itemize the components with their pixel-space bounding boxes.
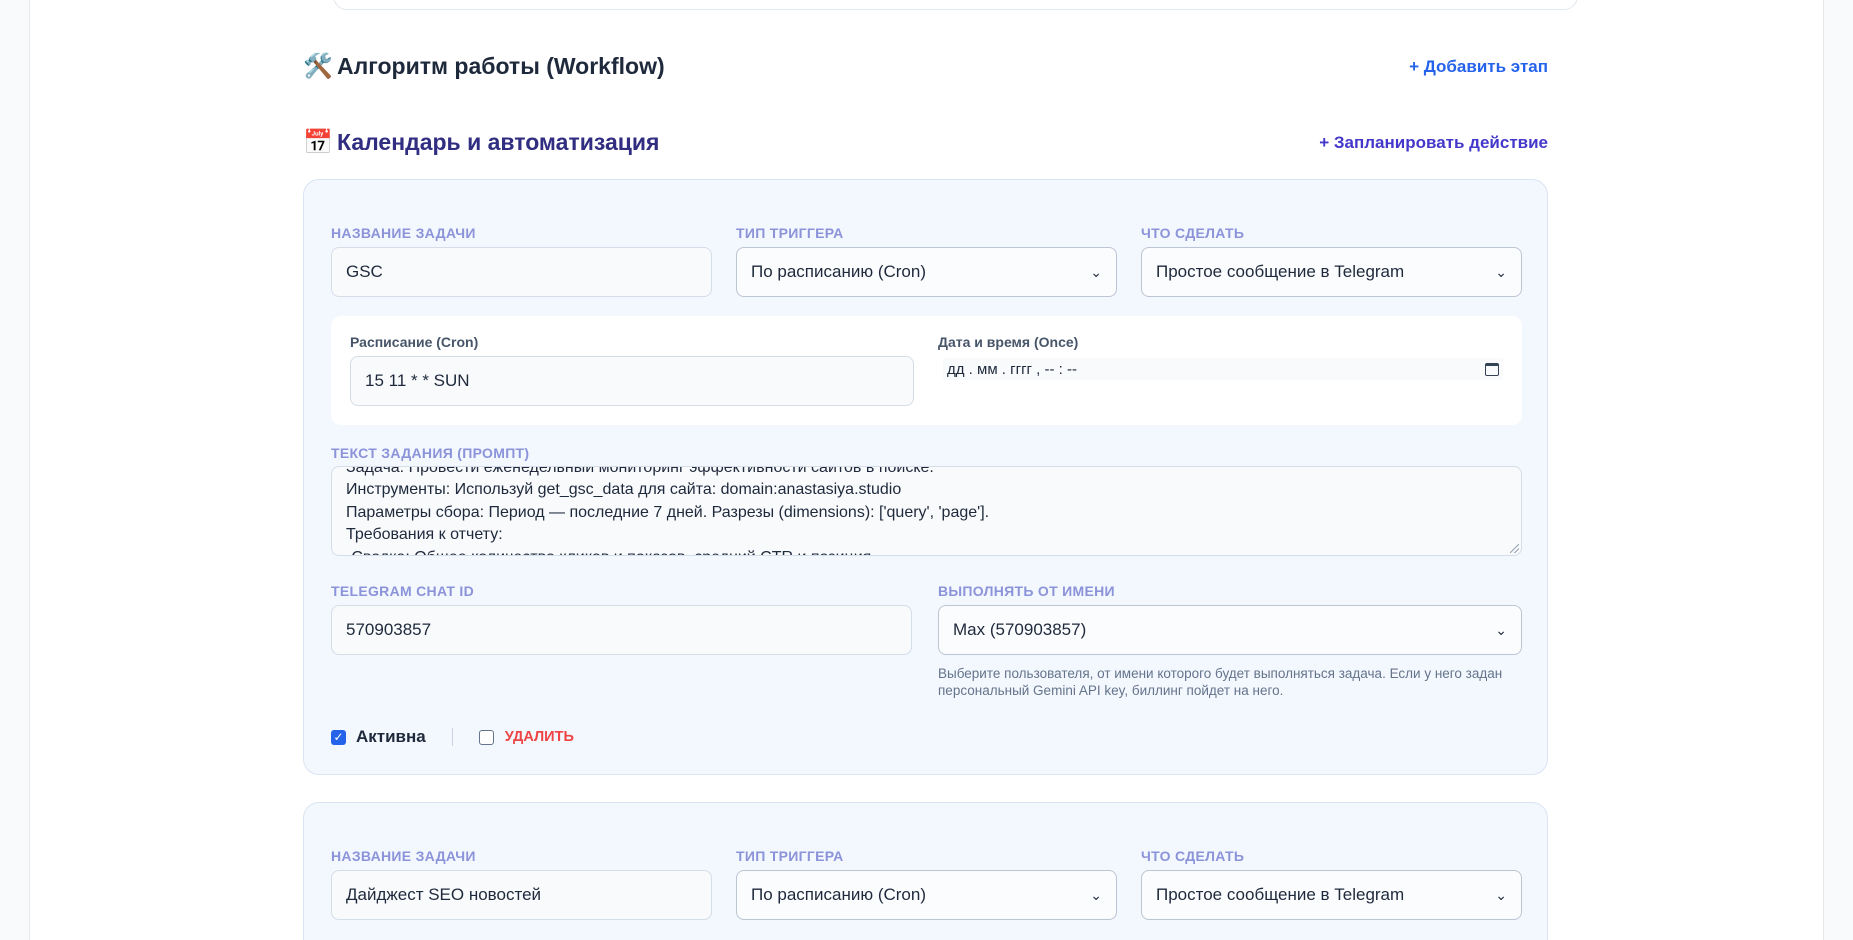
previous-section-card xyxy=(333,0,1578,10)
delete-checkbox[interactable] xyxy=(478,729,494,745)
action-value: Простое сообщение в Telegram xyxy=(1156,885,1405,904)
run-as-hint: Выберите пользователя, от имени которого… xyxy=(938,666,1503,698)
divider xyxy=(451,728,453,746)
run-as-value: Max (570903857) xyxy=(953,620,1087,639)
trigger-type-value: По расписанию (Cron) xyxy=(751,885,926,904)
prompt-line: -Сводка: Общее количество кликов и показ… xyxy=(346,547,1507,555)
calendar-icon: 📅 xyxy=(303,129,333,156)
task-name-label: НАЗВАНИЕ ЗАДАЧИ xyxy=(331,848,476,864)
action-label: ЧТО СДЕЛАТЬ xyxy=(1141,225,1245,241)
chat-id-input[interactable]: 570903857 xyxy=(331,605,912,655)
action-label: ЧТО СДЕЛАТЬ xyxy=(1141,848,1245,864)
task-card: НАЗВАНИЕ ЗАДАЧИ Дайджест SEO новостей ТИ… xyxy=(303,802,1548,940)
datetime-placeholder: дд . мм . гггг , -- : -- xyxy=(947,360,1078,378)
chevron-down-icon: ⌄ xyxy=(1090,886,1102,903)
prompt-line: Требования к отчету: xyxy=(346,526,503,544)
active-label: Активна xyxy=(356,727,426,746)
active-checkbox[interactable]: ✓ xyxy=(331,729,346,745)
workflow-section-header: 🛠️ Алгоритм работы (Workflow) + Добавить… xyxy=(303,52,1548,81)
calendar-section-header: 📅 Календарь и автоматизация + Запланиров… xyxy=(303,128,1548,157)
schedule-label: Расписание (Cron) xyxy=(350,334,479,350)
chevron-down-icon: ⌄ xyxy=(1495,621,1507,638)
action-select[interactable]: Простое сообщение в Telegram ⌄ xyxy=(1141,870,1522,920)
prompt-line: Параметры сбора: Период — последние 7 дн… xyxy=(346,503,990,521)
workflow-title: 🛠️ Алгоритм работы (Workflow) xyxy=(303,52,665,81)
chevron-down-icon: ⌄ xyxy=(1495,263,1507,280)
task-card: НАЗВАНИЕ ЗАДАЧИ GSC ТИП ТРИГГЕРА По расп… xyxy=(303,179,1548,775)
prompt-line: Инструменты: Используй get_gsc_data для … xyxy=(346,481,902,499)
trigger-type-select[interactable]: По расписанию (Cron) ⌄ xyxy=(736,247,1117,297)
chevron-down-icon: ⌄ xyxy=(1090,263,1102,280)
resize-handle[interactable] xyxy=(1510,544,1519,553)
chat-id-label: TELEGRAM CHAT ID xyxy=(331,583,474,599)
task-options-row: ✓ Активна УДАЛИТЬ xyxy=(331,727,574,747)
add-step-button[interactable]: + Добавить этап xyxy=(1409,57,1548,77)
trigger-type-label: ТИП ТРИГГЕРА xyxy=(736,848,844,864)
calendar-title: 📅 Календарь и автоматизация xyxy=(303,128,659,157)
trigger-type-select[interactable]: По расписанию (Cron) ⌄ xyxy=(736,870,1117,920)
datetime-input[interactable]: дд . мм . гггг , -- : -- xyxy=(943,358,1503,380)
prompt-label: ТЕКСТ ЗАДАНИЯ (ПРОМПТ) xyxy=(331,445,530,461)
delete-label: УДАЛИТЬ xyxy=(504,729,574,745)
action-value: Простое сообщение в Telegram xyxy=(1156,262,1405,281)
calendar-picker-icon[interactable] xyxy=(1485,362,1499,376)
run-as-label: ВЫПОЛНЯТЬ ОТ ИМЕНИ xyxy=(938,583,1115,599)
cron-input[interactable]: 15 11 * * SUN xyxy=(350,356,914,406)
calendar-title-text: Календарь и автоматизация xyxy=(337,129,660,155)
chevron-down-icon: ⌄ xyxy=(1495,886,1507,903)
task-name-label: НАЗВАНИЕ ЗАДАЧИ xyxy=(331,225,476,241)
schedule-panel: Расписание (Cron) 15 11 * * SUN Дата и в… xyxy=(331,316,1522,425)
workflow-title-text: Алгоритм работы (Workflow) xyxy=(337,53,665,79)
trigger-type-value: По расписанию (Cron) xyxy=(751,262,926,281)
task-name-input[interactable]: GSC xyxy=(331,247,712,297)
run-as-select[interactable]: Max (570903857) ⌄ xyxy=(938,605,1522,655)
task-name-input[interactable]: Дайджест SEO новостей xyxy=(331,870,712,920)
tools-icon: 🛠️ xyxy=(303,53,333,80)
prompt-line: Задача: Провести еженедельный мониторинг… xyxy=(346,466,934,476)
action-select[interactable]: Простое сообщение в Telegram ⌄ xyxy=(1141,247,1522,297)
schedule-action-button[interactable]: + Запланировать действие xyxy=(1319,133,1548,153)
trigger-type-label: ТИП ТРИГГЕРА xyxy=(736,225,844,241)
datetime-label: Дата и время (Once) xyxy=(938,334,1079,350)
prompt-textarea[interactable]: Задача: Провести еженедельный мониторинг… xyxy=(331,466,1522,556)
